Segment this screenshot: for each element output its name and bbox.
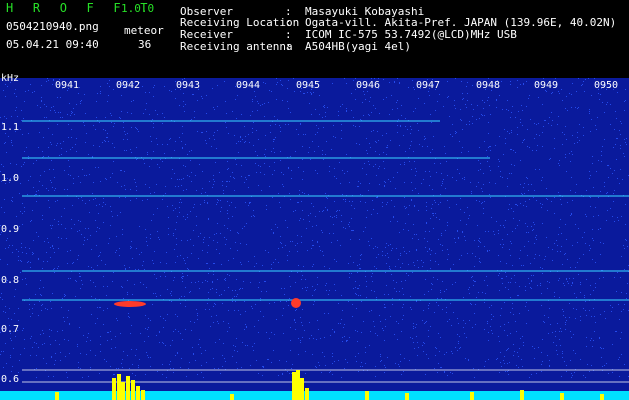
x-tick-0949: 0949 <box>534 80 559 91</box>
header-panel: H R O F F T 1.0.0 0504210940.png meteor … <box>0 0 629 78</box>
spectrogram <box>0 78 629 400</box>
activity-peak-17 <box>560 393 564 400</box>
activity-peak-13 <box>365 391 369 400</box>
x-tick-0946: 0946 <box>356 80 381 91</box>
y-tick-1-0: 1.0 <box>1 173 20 184</box>
meteor-echo-1 <box>114 301 146 307</box>
x-tick-0945: 0945 <box>296 80 321 91</box>
x-tick-0944: 0944 <box>236 80 261 91</box>
activity-peak-1 <box>117 374 121 400</box>
file-name: 0504210940.png <box>6 20 99 33</box>
meteor-count: 36 <box>138 38 152 51</box>
activity-peak-4 <box>131 380 135 400</box>
activity-peak-18 <box>600 394 604 400</box>
activity-peak-7 <box>292 372 296 400</box>
x-tick-0948: 0948 <box>476 80 501 91</box>
x-tick-0942: 0942 <box>116 80 141 91</box>
meteor-echo-2 <box>291 298 301 308</box>
activity-peak-16 <box>520 390 524 400</box>
activity-peak-0 <box>112 378 116 400</box>
x-tick-0941: 0941 <box>55 80 80 91</box>
activity-peak-5 <box>136 386 140 400</box>
antenna-value: A504HB(yagi 4el) <box>305 40 411 53</box>
x-tick-0943: 0943 <box>176 80 201 91</box>
activity-peak-14 <box>405 393 409 400</box>
y-tick-0-9: 0.9 <box>1 224 20 235</box>
activity-peak-6 <box>141 390 145 400</box>
activity-peak-10 <box>305 388 309 400</box>
activity-peak-3 <box>126 376 130 400</box>
y-tick-1-1: 1.1 <box>1 122 20 133</box>
baseline-trace <box>0 391 629 400</box>
meteor-label: meteor <box>124 24 164 37</box>
activity-peak-9 <box>300 378 304 400</box>
activity-peak-2 <box>121 382 125 400</box>
app-version: 1.0.0 <box>121 2 155 15</box>
antenna-colon: : <box>285 40 292 53</box>
antenna-label: Receiving antenna <box>180 40 293 53</box>
x-tick-0947: 0947 <box>416 80 441 91</box>
y-tick-0-7: 0.7 <box>1 324 20 335</box>
datetime: 05.04.21 09:40 <box>6 38 99 51</box>
activity-peak-12 <box>230 394 234 400</box>
spectrogram-background <box>0 78 629 400</box>
y-tick-0-8: 0.8 <box>1 275 20 286</box>
y-axis-unit: kHz <box>1 73 20 84</box>
x-tick-0950: 0950 <box>594 80 619 91</box>
activity-peak-8 <box>296 370 300 400</box>
activity-peak-11 <box>55 392 59 400</box>
activity-peak-15 <box>470 392 474 400</box>
y-tick-0-6: 0.6 <box>1 374 20 385</box>
